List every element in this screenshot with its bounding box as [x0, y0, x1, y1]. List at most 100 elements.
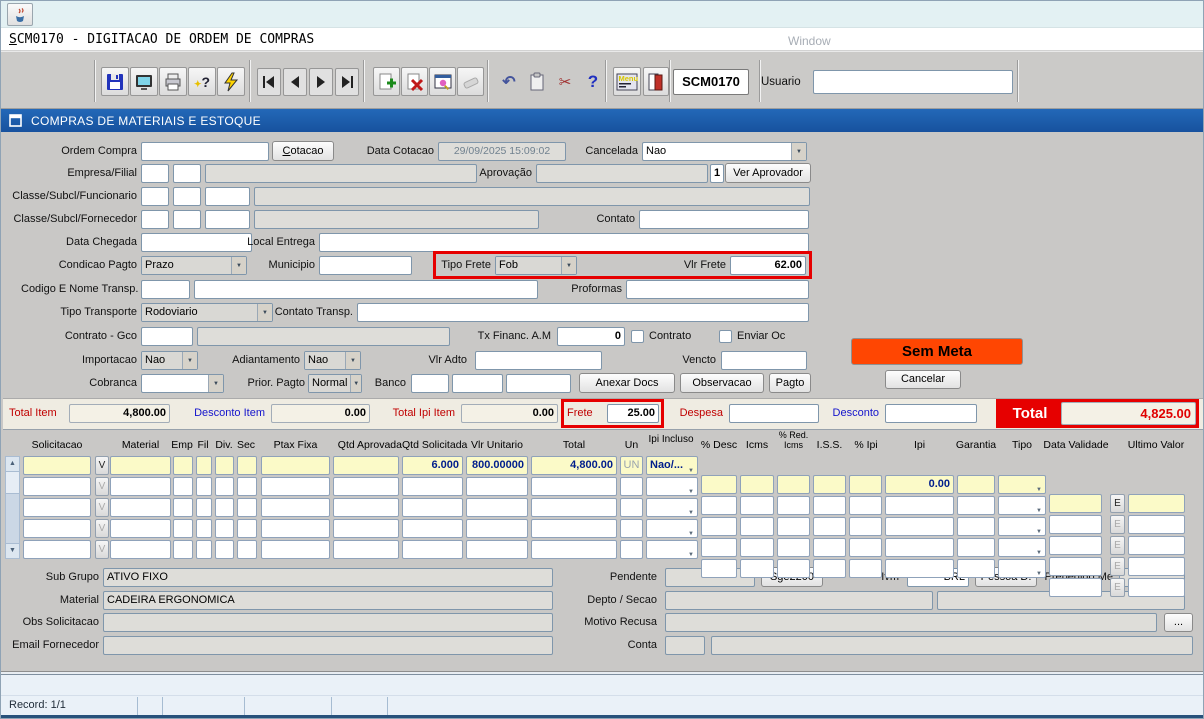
- cell-ultimo-valor[interactable]: [1128, 578, 1185, 597]
- cell-qtd-solicitada[interactable]: [402, 477, 463, 496]
- nav-previous-button[interactable]: [283, 68, 307, 96]
- filial-input[interactable]: [173, 164, 201, 183]
- cell-sec[interactable]: [237, 519, 257, 538]
- clear-button[interactable]: [457, 67, 484, 96]
- cell-div[interactable]: [215, 498, 234, 517]
- banco-input-1[interactable]: [411, 374, 449, 393]
- local-entrega-input[interactable]: [319, 233, 809, 252]
- cell-vlr-unitario[interactable]: [466, 519, 528, 538]
- observacao-button[interactable]: Observacao: [680, 373, 764, 393]
- more-options-button[interactable]: ...: [1164, 613, 1193, 632]
- cell-qtd-aprovada[interactable]: [333, 498, 399, 517]
- cell-vlr-unitario[interactable]: [466, 498, 528, 517]
- tipo-frete-dropdown[interactable]: Fob: [495, 256, 577, 275]
- help-button[interactable]: ?: [581, 67, 605, 96]
- tx-financ-input[interactable]: 0: [557, 327, 625, 346]
- municipio-input[interactable]: [319, 256, 412, 275]
- nav-last-button[interactable]: [335, 68, 359, 96]
- cell-total[interactable]: [531, 540, 617, 559]
- cut-button[interactable]: ✂: [553, 67, 577, 96]
- menu-button[interactable]: Menu: [613, 67, 641, 96]
- cell-qtd-solicitada[interactable]: [402, 498, 463, 517]
- contato-input[interactable]: [639, 210, 809, 229]
- contato-transp-input[interactable]: [357, 303, 809, 322]
- cell-solicitacao[interactable]: [23, 477, 91, 496]
- cell-ipi-incluso-dropdown[interactable]: Nao/...: [646, 456, 698, 475]
- prior-pagto-dropdown[interactable]: Normal: [308, 374, 362, 393]
- contrato-gco-input[interactable]: [141, 327, 193, 346]
- v-button[interactable]: V: [95, 540, 109, 559]
- fornecedor-input[interactable]: [205, 210, 250, 229]
- cell-fil[interactable]: [196, 456, 212, 475]
- cell-ultimo-valor[interactable]: [1128, 557, 1185, 576]
- pagto-button[interactable]: Pagto: [769, 373, 811, 393]
- cell-material[interactable]: [110, 498, 171, 517]
- cell-material[interactable]: [110, 540, 171, 559]
- nav-next-button[interactable]: [309, 68, 333, 96]
- desconto-input[interactable]: [885, 404, 977, 423]
- print-button[interactable]: [159, 67, 187, 96]
- vencto-input[interactable]: [721, 351, 807, 370]
- v-button[interactable]: V: [95, 498, 109, 517]
- ver-aprovador-button[interactable]: Ver Aprovador: [725, 163, 811, 183]
- vlr-adto-input[interactable]: [475, 351, 602, 370]
- cell-qtd-solicitada[interactable]: 6.000: [402, 456, 463, 475]
- cell-qtd-aprovada[interactable]: [333, 477, 399, 496]
- cell-sec[interactable]: [237, 477, 257, 496]
- java-app-button[interactable]: [7, 3, 33, 26]
- adiantamento-dropdown[interactable]: Nao: [304, 351, 361, 370]
- cell-material[interactable]: [110, 456, 171, 475]
- cell-total[interactable]: [531, 498, 617, 517]
- delete-record-button[interactable]: [401, 67, 428, 96]
- cell-solicitacao[interactable]: [23, 540, 91, 559]
- cell-qtd-aprovada[interactable]: [333, 519, 399, 538]
- contrato-checkbox[interactable]: [631, 330, 644, 343]
- cell-emp[interactable]: [173, 519, 193, 538]
- save-button[interactable]: [101, 67, 129, 96]
- cell-data-validade[interactable]: [1049, 557, 1102, 576]
- cell-data-validade[interactable]: [1049, 578, 1102, 597]
- exit-button[interactable]: [643, 67, 669, 96]
- funcionario-input[interactable]: [205, 187, 250, 206]
- banco-input-2[interactable]: [452, 374, 503, 393]
- v-button[interactable]: V: [95, 477, 109, 496]
- cell-qtd-aprovada[interactable]: [333, 456, 399, 475]
- chevron-down-icon[interactable]: [791, 143, 806, 160]
- chevron-down-icon[interactable]: [182, 352, 197, 369]
- cell-icms[interactable]: [740, 559, 774, 578]
- cell-total[interactable]: [531, 519, 617, 538]
- vlr-frete-input[interactable]: 62.00: [730, 256, 806, 275]
- cell-sec[interactable]: [237, 540, 257, 559]
- v-button[interactable]: V: [95, 519, 109, 538]
- cell-ipi-incluso-dropdown[interactable]: [646, 498, 698, 517]
- clipboard-button[interactable]: [525, 67, 549, 96]
- cell-material[interactable]: [110, 477, 171, 496]
- cell-ptax-fixa[interactable]: [261, 456, 330, 475]
- cell-iss[interactable]: [813, 559, 846, 578]
- execute-button[interactable]: [217, 67, 245, 96]
- cell-sec[interactable]: [237, 498, 257, 517]
- classe-func-input[interactable]: [141, 187, 169, 206]
- cell-emp[interactable]: [173, 477, 193, 496]
- cell-qtd-solicitada[interactable]: [402, 540, 463, 559]
- cell-vlr-unitario[interactable]: 800.00000: [466, 456, 528, 475]
- cell-total[interactable]: [531, 477, 617, 496]
- menu-item-window[interactable]: Window: [788, 34, 831, 48]
- classe-forn-input[interactable]: [141, 210, 169, 229]
- cell-fil[interactable]: [196, 519, 212, 538]
- cell-emp[interactable]: [173, 456, 193, 475]
- cell-material[interactable]: [110, 519, 171, 538]
- cell-ipi-incluso-dropdown[interactable]: [646, 519, 698, 538]
- usuario-input[interactable]: [813, 70, 1013, 94]
- banco-input-3[interactable]: [506, 374, 571, 393]
- cell-div[interactable]: [215, 456, 234, 475]
- sem-meta-button[interactable]: Sem Meta: [851, 338, 1023, 365]
- chevron-down-icon[interactable]: [208, 375, 223, 392]
- cell-ptax-fixa[interactable]: [261, 519, 330, 538]
- cell-fil[interactable]: [196, 498, 212, 517]
- nome-transp-input[interactable]: [194, 280, 538, 299]
- screen-button[interactable]: [130, 67, 158, 96]
- ordem-compra-input[interactable]: [141, 142, 269, 161]
- cell-solicitacao[interactable]: [23, 456, 91, 475]
- cell-vlr-unitario[interactable]: [466, 540, 528, 559]
